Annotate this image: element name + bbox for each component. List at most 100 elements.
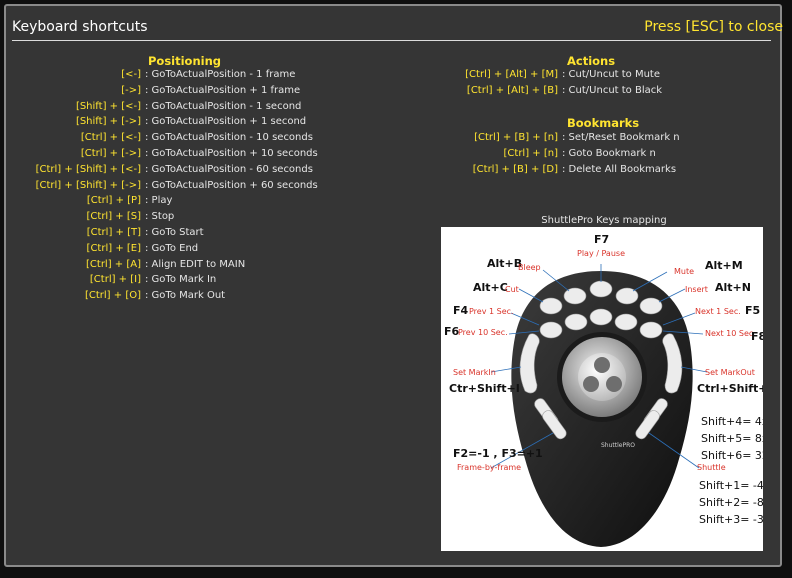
title-divider: [12, 40, 771, 41]
label-f4: F4: [453, 304, 469, 317]
label-insert: Insert: [685, 285, 708, 294]
positioning-shortcut-list: [<-] : GoToActualPosition - 1 frame [->] : …: [4, 67, 318, 304]
shortcut-row: [Ctrl] + [I] : GoTo Mark In: [4, 272, 318, 288]
shortcut-keys: [Shift] + [->]: [75, 116, 141, 128]
actions-heading: Actions: [567, 54, 616, 68]
shortcut-description: : GoToActualPosition + 60 seconds: [145, 179, 318, 191]
shortcut-keys: [Ctrl] + [<-]: [80, 132, 141, 144]
shortcut-description: : GoToActualPosition - 10 seconds: [145, 132, 313, 144]
shortcut-keys: [Ctrl] + [n]: [503, 147, 558, 159]
shortcut-keys: [->]: [121, 84, 141, 96]
shortcut-description: : GoTo Mark Out: [145, 290, 226, 302]
device-brand-text: ShuttlePRO: [601, 442, 635, 449]
label-next-10-sec: Next 10 Sec.: [705, 329, 756, 338]
label-bleep: Bleep: [518, 263, 541, 272]
shortcut-row: [Ctrl] + [->] : GoToActualPosition + 10 s…: [4, 146, 318, 162]
label-f6: F6: [444, 325, 460, 338]
shortcut-row: [Ctrl] + [E]: GoTo End: [4, 241, 318, 257]
shortcut-row: [Ctrl] + [Shift] + [<-] : GoToActualPosit…: [4, 162, 318, 178]
label-frame-by-frame: Frame-by-frame: [457, 463, 522, 472]
shortcut-keys: [Ctrl] + [Alt] + [B]: [466, 84, 558, 96]
label-prev-1-sec: Prev 1 Sec.: [469, 307, 514, 316]
shortcut-keys: [Ctrl] + [->]: [80, 147, 141, 159]
label-f2-f3: F2=-1 , F3=+1: [453, 447, 543, 460]
shortcut-row: [Ctrl] + [O] : GoTo Mark Out: [4, 288, 318, 304]
jog-finger-dimple: [606, 376, 622, 392]
shortcut-keys: [Ctrl] + [B] + [D]: [472, 163, 558, 175]
shortcut-keys: [Ctrl] + [Shift] + [<-]: [35, 163, 141, 175]
shortcut-row: [Ctrl] + [T] : GoTo Start: [4, 225, 318, 241]
shortcut-row: [Ctrl] + [B] + [D] : Delete All Bookmarks: [413, 162, 680, 178]
shortcut-keys: [Ctrl] + [Shift] + [->]: [35, 179, 141, 191]
label-cut: Cut: [505, 285, 519, 294]
label-f8: F8: [751, 330, 763, 343]
label-f7: F7: [594, 233, 610, 246]
shortcut-keys: [Ctrl] + [P]: [86, 195, 141, 207]
shortcut-description: : GoToActualPosition - 1 frame: [145, 69, 296, 80]
shortcut-keys: [Ctrl] + [I]: [89, 274, 141, 286]
shortcut-description: : Delete All Bookmarks: [562, 163, 677, 175]
label-shift-3: Shift+3= -32x: [699, 513, 763, 526]
positioning-heading: Positioning: [148, 54, 222, 68]
label-alt-m: Alt+M: [705, 259, 743, 272]
shuttle-caption: ShuttlePro Keys mapping: [541, 215, 667, 226]
shortcut-description: : Stop: [145, 211, 175, 223]
jog-finger-dimple: [583, 376, 599, 392]
label-alt-n: Alt+N: [715, 281, 751, 294]
shortcut-description: : GoToActualPosition + 10 seconds: [145, 147, 318, 159]
shortcut-row: [<-] : GoToActualPosition - 1 frame: [4, 67, 318, 83]
bookmarks-heading: Bookmarks: [567, 116, 640, 130]
shortcut-keys: [Ctrl] + [O]: [84, 290, 141, 302]
shortcut-keys: [Ctrl] + [Alt] + [M]: [465, 69, 558, 80]
label-next-1-sec: Next 1 Sec.: [695, 307, 741, 316]
label-shift-2: Shift+2= -8x: [699, 496, 763, 509]
shortcut-row: [Ctrl] + [Shift] + [->] : GoToActualPosit…: [4, 178, 318, 194]
shortcut-description: : Cut/Uncut to Mute: [562, 69, 661, 80]
shortcut-row: [->] : GoToActualPosition + 1 frame: [4, 83, 318, 99]
shortcut-description: : GoTo Mark In: [145, 274, 217, 286]
label-ctrl-shift-o: Ctrl+Shift+O: [697, 382, 763, 395]
label-shift-6: Shift+6= 32x: [701, 449, 763, 462]
label-shuttle: Shuttle: [697, 463, 726, 472]
shortcut-keys: [Shift] + [<-]: [75, 100, 141, 112]
shortcut-description: : GoTo Start: [145, 226, 204, 238]
shortcut-description: : GoToActualPosition + 1 second: [145, 116, 307, 128]
shortcut-row: [Shift] + [<-] : GoToActualPosition - 1 s…: [4, 99, 318, 115]
bookmarks-shortcut-list: [Ctrl] + [B] + [n]: Set/Reset Bookmark n…: [413, 130, 680, 177]
label-alt-c: Alt+C: [473, 281, 508, 294]
shortcut-row: [Ctrl] + [Alt] + [M] : Cut/Uncut to Mute: [430, 67, 662, 83]
label-shift-5: Shift+5= 8x: [701, 432, 763, 445]
close-hint[interactable]: Press [ESC] to close: [644, 19, 783, 35]
shortcut-row: [Ctrl] + [Alt] + [B] : Cut/Uncut to Black: [430, 83, 662, 99]
shortcut-description: : Goto Bookmark n: [562, 147, 656, 159]
label-set-markin: Set MarkIn: [453, 368, 496, 377]
label-alt-b: Alt+B: [487, 257, 523, 270]
shortcut-row: [Ctrl] + [S] : Stop: [4, 209, 318, 225]
label-set-markout: Set MarkOut: [705, 368, 755, 377]
label-ctr-shift-i: Ctr+Shift+I: [449, 382, 520, 395]
shortcut-row: [Ctrl] + [n] : Goto Bookmark n: [413, 146, 680, 162]
label-mute: Mute: [674, 267, 695, 276]
shortcut-row: [Ctrl] + [P] : Play: [4, 193, 318, 209]
label-shift-4: Shift+4= 4x: [701, 415, 763, 428]
shortcut-keys: [Ctrl] + [B] + [n]: [474, 132, 558, 143]
shortcut-description: : Align EDIT to MAIN: [145, 258, 246, 270]
label-f5: F5: [745, 304, 761, 317]
shortcut-keys: [Ctrl] + [A]: [86, 258, 141, 270]
shortcut-row: [Ctrl] + [B] + [n]: Set/Reset Bookmark n: [413, 130, 680, 146]
shortcut-description: : Cut/Uncut to Black: [562, 84, 663, 96]
shortcut-row: [Ctrl] + [A] : Align EDIT to MAIN: [4, 257, 318, 273]
label-play-pause: Play / Pause: [577, 249, 625, 258]
label-prev-10-sec: Prev 10 Sec.: [458, 328, 508, 337]
jog-finger-dimple: [594, 357, 610, 373]
shortcut-keys: [Ctrl] + [S]: [86, 211, 141, 223]
shortcut-description: : GoToActualPosition - 60 seconds: [145, 163, 313, 175]
shortcut-keys: [Ctrl] + [T]: [86, 226, 141, 238]
label-shift-1: Shift+1= -4x: [699, 479, 763, 492]
shortcut-description: : Play: [145, 195, 173, 207]
shortcut-description: : GoTo End: [145, 242, 199, 254]
shortcut-keys: [<-]: [121, 69, 141, 80]
shortcut-description: : GoToActualPosition + 1 frame: [145, 84, 301, 96]
shortcut-row: [Shift] + [->] : GoToActualPosition + 1 s…: [4, 114, 318, 130]
shortcut-description: : GoToActualPosition - 1 second: [145, 100, 302, 112]
